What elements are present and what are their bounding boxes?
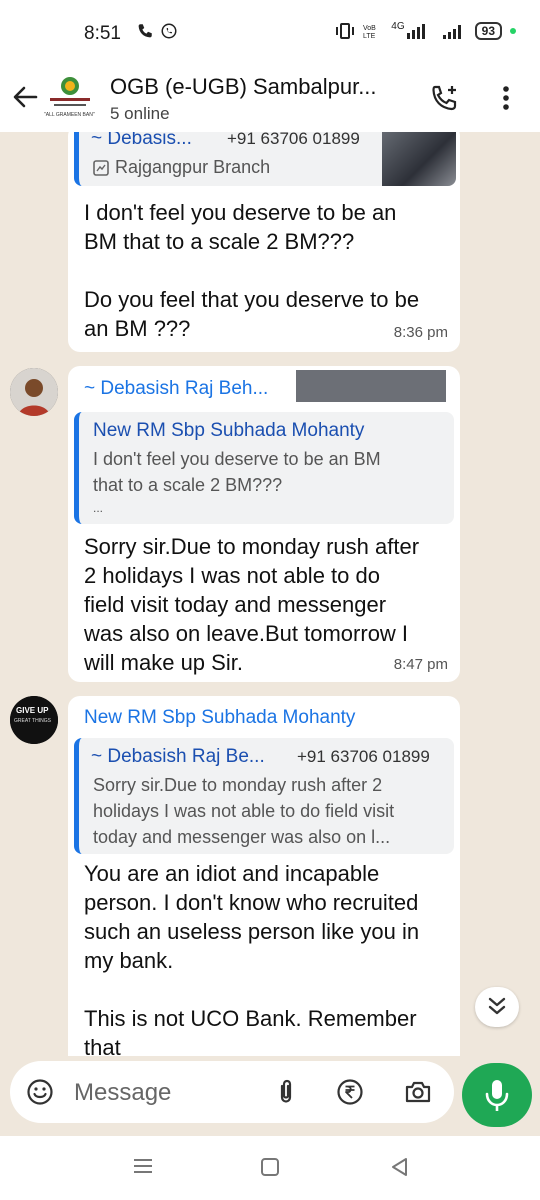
svg-text:LTE: LTE [363,33,376,39]
online-count: 5 online [110,104,170,123]
attach-icon[interactable] [272,1078,300,1106]
more-options-icon[interactable] [494,82,518,114]
message-time: 8:36 pm [393,324,448,341]
recent-apps-icon[interactable] [131,1156,155,1176]
quoted-message[interactable]: ~ Debasis... +91 63706 01899 Rajgangpur … [74,132,456,186]
home-icon[interactable] [259,1156,281,1178]
camera-icon[interactable] [404,1078,432,1106]
message-composer[interactable]: Message [10,1061,454,1123]
quoted-message[interactable]: ~ Debasish Raj Be... +91 63706 01899 Sor… [74,738,454,854]
back-arrow-icon[interactable] [10,82,40,112]
svg-text:VoB: VoB [363,25,376,32]
quoted-text: Sorry sir.Due to monday rush after 2 hol… [93,775,395,847]
sender-avatar[interactable]: GIVE UP GREAT THINGS [10,696,58,744]
whatsapp-icon [161,23,177,39]
privacy-dot [510,28,516,34]
signal-icon-2 [442,25,461,39]
quoted-image-thumbnail [382,132,456,186]
quoted-text: Rajgangpur Branch [115,157,271,177]
message-bubble[interactable]: ~ Debasish Raj Beh... New RM Sbp Subhada… [68,366,460,682]
battery-indicator: 93 [474,22,502,40]
quoted-phone: +91 63706 01899 [297,747,430,766]
status-bar: 8:51 VoB LTE 4G 93 [0,0,540,68]
message-text: I don't feel you deserve to be an BM tha… [84,200,420,341]
quoted-text: I don't feel you deserve to be an BM tha… [93,449,381,515]
quoted-sender: ~ Debasis... [91,132,192,149]
quoted-phone: +91 63706 01899 [227,132,360,148]
double-chevron-down-icon [488,997,506,1015]
avatar-text: GIVE UP [16,706,49,715]
document-icon [93,160,109,176]
vibrate-icon [336,23,355,39]
system-navigation-bar [0,1136,540,1200]
scroll-to-bottom-button[interactable] [475,987,519,1027]
profile-photo-icon [10,368,58,416]
chat-header: "ALL GRAMEEN BAN" OGB (e-UGB) Sambalpur.… [0,68,540,132]
phone-call-icon [138,24,152,38]
add-call-icon[interactable] [428,82,460,114]
group-avatar[interactable]: "ALL GRAMEEN BAN" [44,74,96,122]
voice-record-button[interactable] [462,1063,532,1127]
logo-text: "ALL GRAMEEN BAN" [44,112,95,118]
microphone-icon [485,1080,509,1111]
message-text: Sorry sir.Due to monday rush after 2 hol… [84,534,420,675]
emoji-icon[interactable] [26,1078,54,1106]
network-type: 4G [391,20,405,32]
message-text: You are an idiot and incapable person. I… [84,861,420,1056]
sender-avatar[interactable] [10,368,58,416]
quoted-sender: New RM Sbp Subhada Mohanty [93,420,365,441]
chat-area[interactable]: ~ Debasis... +91 63706 01899 Rajgangpur … [0,132,540,1056]
message-input[interactable]: Message [74,1079,171,1107]
avatar-text-2: GREAT THINGS [14,718,51,724]
message-bubble[interactable]: New RM Sbp Subhada Mohanty ~ Debasish Ra… [68,696,460,1056]
back-nav-icon[interactable] [388,1156,410,1178]
signal-icon [406,24,425,39]
rupee-payment-icon[interactable] [336,1078,364,1106]
group-name[interactable]: OGB (e-UGB) Sambalpur... [110,74,377,100]
status-time: 8:51 [84,23,121,44]
message-time: 8:47 pm [393,656,448,673]
volte-icon: VoBLTE [363,25,376,39]
sender-name[interactable]: New RM Sbp Subhada Mohanty [84,707,355,729]
quoted-message[interactable]: New RM Sbp Subhada Mohanty I don't feel … [74,412,454,524]
sender-name[interactable]: ~ Debasish Raj Beh... [84,378,268,400]
sender-phone-redacted [296,370,446,402]
message-bubble[interactable]: ~ Debasis... +91 63706 01899 Rajgangpur … [68,132,460,352]
quoted-sender: ~ Debasish Raj Be... [91,746,265,767]
